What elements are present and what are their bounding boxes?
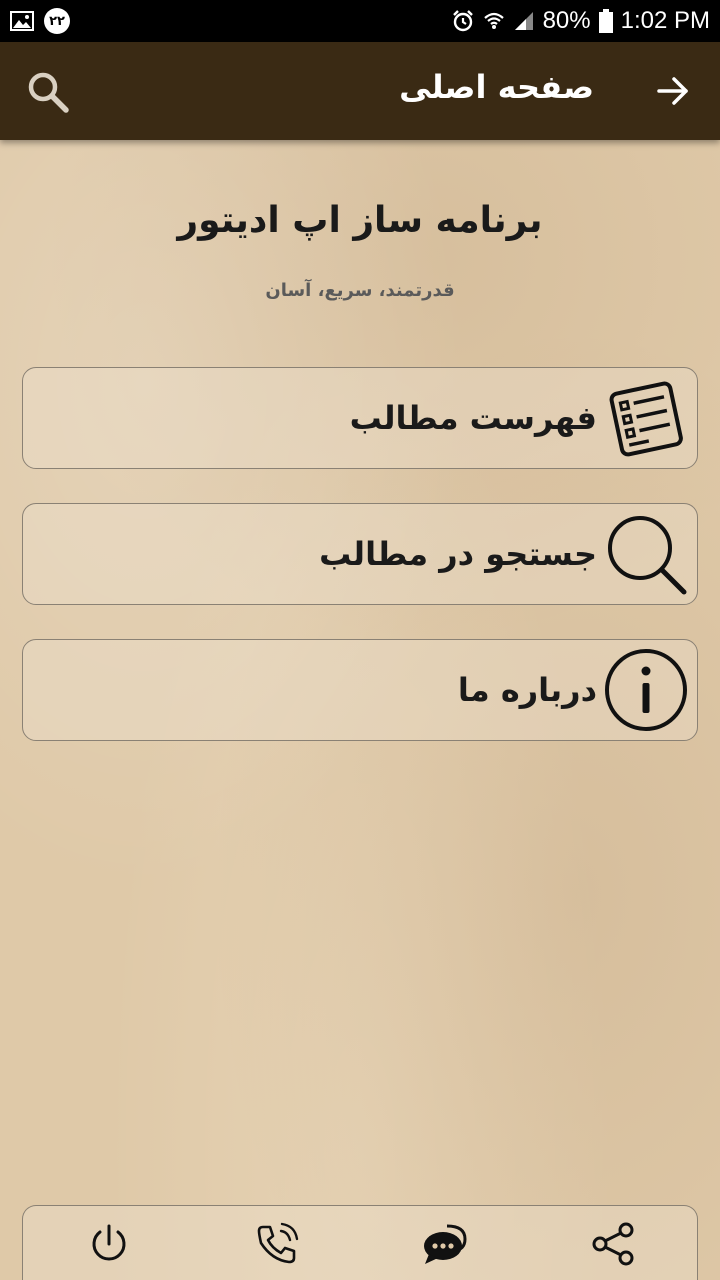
chat-icon: [424, 1224, 467, 1264]
bottom-bar: [22, 1205, 698, 1280]
page-title: صفحه اصلی: [399, 68, 594, 106]
status-left: ۲۲: [10, 8, 70, 34]
share-button[interactable]: [589, 1220, 637, 1268]
app-bar: صفحه اصلی: [0, 42, 720, 140]
search-button[interactable]: [26, 70, 70, 114]
menu-item-about[interactable]: درباره ما: [22, 639, 698, 741]
back-button[interactable]: [656, 74, 690, 108]
clock: 1:02 PM: [620, 7, 710, 34]
status-right: 80% 1:02 PM: [451, 7, 710, 35]
share-icon: [592, 1222, 634, 1266]
search-icon: [28, 72, 69, 113]
notification-badge: ۲۲: [44, 8, 70, 34]
phone-icon: [257, 1222, 299, 1264]
info-icon: [601, 645, 691, 735]
signal-icon: [513, 10, 535, 32]
image-icon: [10, 11, 34, 31]
app-tagline: قدرتمند، سریع، آسان: [265, 280, 455, 301]
status-bar: ۲۲ 80% 1:02 PM: [0, 0, 720, 42]
chat-button[interactable]: [421, 1220, 469, 1268]
battery-icon: [598, 9, 613, 33]
menu-item-contents[interactable]: فهرست مطالب: [22, 367, 698, 469]
menu-item-search[interactable]: جستجو در مطالب: [22, 503, 698, 605]
power-button[interactable]: [85, 1220, 133, 1268]
arrow-right-icon: [657, 77, 688, 105]
app-name: برنامه ساز اپ ادیتور: [177, 200, 543, 241]
menu-item-label: جستجو در مطالب: [319, 535, 597, 573]
list-icon: [601, 373, 691, 463]
battery-percent: 80%: [542, 7, 591, 34]
alarm-icon: [451, 9, 475, 33]
wifi-icon: [483, 10, 505, 32]
search-icon: [601, 509, 691, 599]
power-icon: [92, 1224, 126, 1261]
call-button[interactable]: [253, 1220, 301, 1268]
menu-item-label: درباره ما: [457, 671, 597, 709]
menu-item-label: فهرست مطالب: [349, 399, 597, 437]
